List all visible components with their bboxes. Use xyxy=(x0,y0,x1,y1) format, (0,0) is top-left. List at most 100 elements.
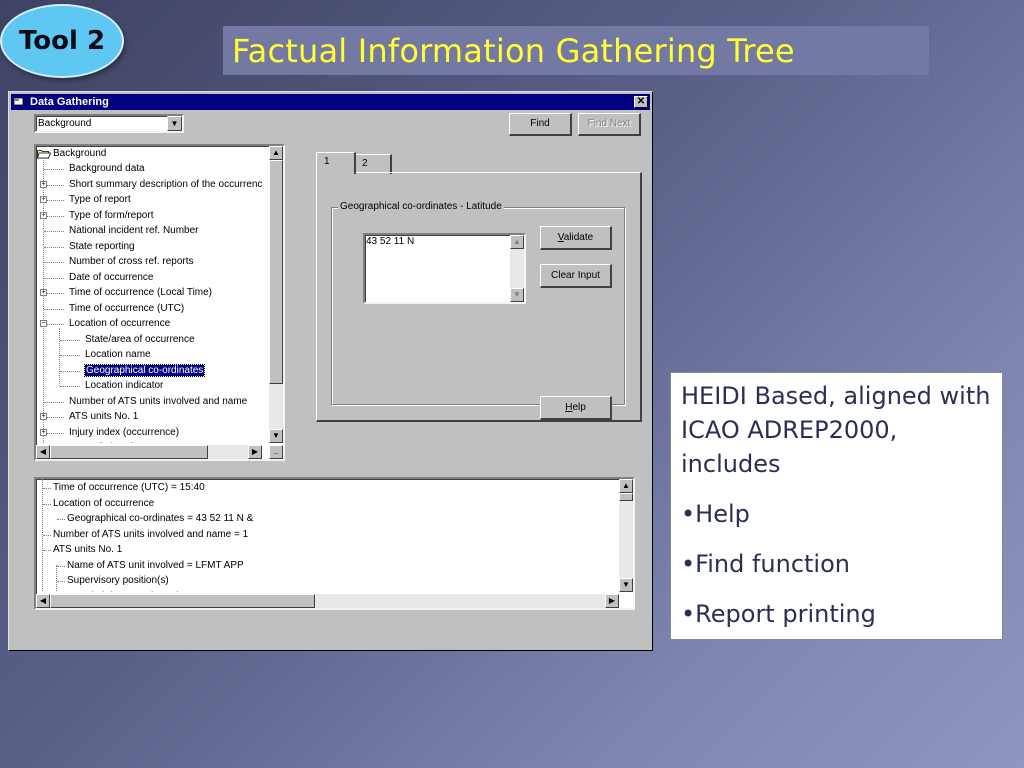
info-bullet-print: •Report printing xyxy=(681,600,876,628)
scroll-thumb[interactable] xyxy=(269,160,283,384)
tree-item-label: Short summary description of the occurre… xyxy=(69,178,263,190)
tree-item[interactable]: Number of ATS units involved and name xyxy=(69,394,247,409)
tree-item-label: ATS units No. 1 xyxy=(69,411,139,422)
scroll-thumb-horizontal[interactable] xyxy=(50,594,315,608)
output-line[interactable]: Geographical co-ordinates = 43 52 11 N & xyxy=(67,511,253,526)
tree-item[interactable]: State reporting xyxy=(69,239,135,254)
slide-title: Factual Information Gathering Tree xyxy=(223,26,929,75)
tab-2[interactable]: 2 xyxy=(354,154,392,174)
close-button[interactable]: ✕ xyxy=(634,96,648,108)
tree-connector xyxy=(44,308,64,310)
expand-icon[interactable]: + xyxy=(40,428,47,436)
tree-connector xyxy=(60,339,80,341)
find-next-button[interactable]: Find Next xyxy=(578,113,641,136)
tree-item[interactable]: Date of occurrence xyxy=(69,270,154,285)
tree-vertical-scrollbar[interactable]: ▲ ▼ xyxy=(269,146,283,443)
tree-connector xyxy=(44,215,64,217)
output-line[interactable]: Number of ATS units involved and name = … xyxy=(53,527,248,542)
tree-horizontal-scrollbar[interactable]: ◀ ▶ xyxy=(36,445,262,459)
expand-icon[interactable]: + xyxy=(40,289,47,296)
info-intro: HEIDI Based, aligned with ICAO ADREP2000… xyxy=(681,382,991,478)
tree-root[interactable]: Background xyxy=(53,146,106,161)
data-gathering-window: Data Gathering ✕ Background ▼ Find Find … xyxy=(8,91,653,651)
tree-item-label: Location name xyxy=(85,349,151,360)
tree-item[interactable]: Background data xyxy=(69,161,145,176)
info-box: HEIDI Based, aligned with ICAO ADREP2000… xyxy=(670,372,1003,640)
output-trunk-line xyxy=(42,479,43,592)
tree-content: Background Background data + Short summary… xyxy=(36,146,267,443)
tree-connector xyxy=(60,355,80,356)
output-line[interactable]: Jointly/separately = Sin... xyxy=(81,589,192,593)
combobox-value: Background xyxy=(38,118,92,129)
find-button[interactable]: Find xyxy=(509,113,572,136)
tree-view[interactable]: Background Background data + Short summary… xyxy=(34,144,285,461)
validate-label-rest: alidate xyxy=(563,232,594,243)
tab-panel: Geographical co-ordinates - Latitude 43 … xyxy=(316,172,642,422)
tree-item[interactable]: Number of cross ref. reports xyxy=(69,254,193,269)
window-titlebar[interactable]: Data Gathering ✕ xyxy=(11,94,650,110)
tree-item[interactable]: Time of occurrence (Local Time) xyxy=(69,285,212,300)
category-combobox[interactable]: Background ▼ xyxy=(34,114,184,133)
tree-item[interactable]: Location name xyxy=(85,347,151,362)
output-horizontal-scrollbar[interactable]: ◀ ▶ xyxy=(36,594,619,608)
output-vertical-scrollbar[interactable]: ▲ ▼ xyxy=(619,479,633,592)
tree-item[interactable]: Geographical co-ordinates xyxy=(83,363,206,378)
output-line[interactable]: Supervisory position(s) xyxy=(67,573,169,588)
tree-item[interactable]: Location indicator xyxy=(85,378,163,393)
tree-connector xyxy=(44,169,64,170)
scroll-right-icon[interactable]: ▶ xyxy=(605,594,619,608)
tab-1[interactable]: 1 xyxy=(316,152,356,174)
scroll-thumb-horizontal[interactable] xyxy=(50,445,208,459)
output-connector xyxy=(43,534,51,536)
tree-item-label: Number of ATS units involved and name xyxy=(69,395,248,407)
scroll-right-icon[interactable]: ▶ xyxy=(248,445,262,459)
expand-icon[interactable]: + xyxy=(40,211,47,219)
tree-item[interactable]: ATS units No. 1 xyxy=(69,409,138,424)
tree-item[interactable]: Injury index (occurrence) xyxy=(69,425,179,440)
tool-badge: Tool 2 xyxy=(0,4,124,78)
output-branch-line xyxy=(56,565,57,592)
expand-icon[interactable]: + xyxy=(40,180,47,188)
tree-item[interactable]: National incident ref. Number xyxy=(69,223,199,238)
help-button[interactable]: Help xyxy=(540,396,612,420)
tree-item[interactable]: Short summary description of the occurre… xyxy=(69,177,262,192)
tree-item[interactable]: State/area of occurrence xyxy=(85,332,195,347)
scroll-down-icon[interactable]: ▼ xyxy=(619,578,633,592)
scroll-down-icon[interactable]: ▼ xyxy=(510,288,524,302)
tree-item[interactable]: Type of form/report xyxy=(69,208,153,223)
tree-item[interactable]: Type of report xyxy=(69,192,131,207)
tree-connector xyxy=(44,231,64,232)
tree-item[interactable]: Time of occurrence (UTC) xyxy=(69,301,184,316)
output-line[interactable]: Location of occurrence xyxy=(53,496,154,511)
collapse-icon[interactable]: − xyxy=(40,320,47,327)
output-line[interactable]: ATS units No. 1 xyxy=(53,542,122,557)
latitude-input[interactable]: 43 52 11 N ▲ ▼ xyxy=(363,233,526,304)
tree-item-label: Type of aircraft... xyxy=(69,442,143,443)
tree-item[interactable]: Type of aircraft... xyxy=(69,440,143,443)
scroll-left-icon[interactable]: ◀ xyxy=(36,445,50,459)
expand-icon[interactable]: + xyxy=(40,196,47,203)
scroll-thumb[interactable] xyxy=(619,493,633,501)
tree-item-label: Date of occurrence xyxy=(69,271,154,283)
expand-icon[interactable]: + xyxy=(40,413,47,420)
tree-connector xyxy=(44,324,64,325)
scroll-up-icon[interactable]: ▲ xyxy=(510,235,524,249)
tree-connector xyxy=(44,200,64,201)
app-icon xyxy=(14,97,24,106)
tree-item[interactable]: Location of occurrence xyxy=(69,316,170,331)
tree-branch-line xyxy=(59,328,60,386)
scroll-down-icon[interactable]: ▼ xyxy=(269,429,283,443)
find-next-button-label: Find Next xyxy=(587,118,631,129)
output-line[interactable]: Name of ATS unit involved = LFMT APP xyxy=(67,558,244,573)
validate-button[interactable]: Validate xyxy=(540,226,612,250)
report-output-view[interactable]: Time of occurrence (UTC) = 15:40 Location… xyxy=(34,477,635,610)
input-scrollbar[interactable]: ▲ ▼ xyxy=(510,235,524,302)
scroll-up-icon[interactable]: ▲ xyxy=(619,479,633,493)
chevron-down-icon[interactable]: ▼ xyxy=(167,116,182,131)
output-line[interactable]: Time of occurrence (UTC) = 15:40 xyxy=(53,480,205,495)
more-button[interactable]: .. xyxy=(269,445,283,459)
clear-input-label: Clear Input xyxy=(551,270,600,281)
scroll-up-icon[interactable]: ▲ xyxy=(269,146,283,160)
scroll-left-icon[interactable]: ◀ xyxy=(36,594,50,608)
clear-input-button[interactable]: Clear Input xyxy=(540,264,612,288)
